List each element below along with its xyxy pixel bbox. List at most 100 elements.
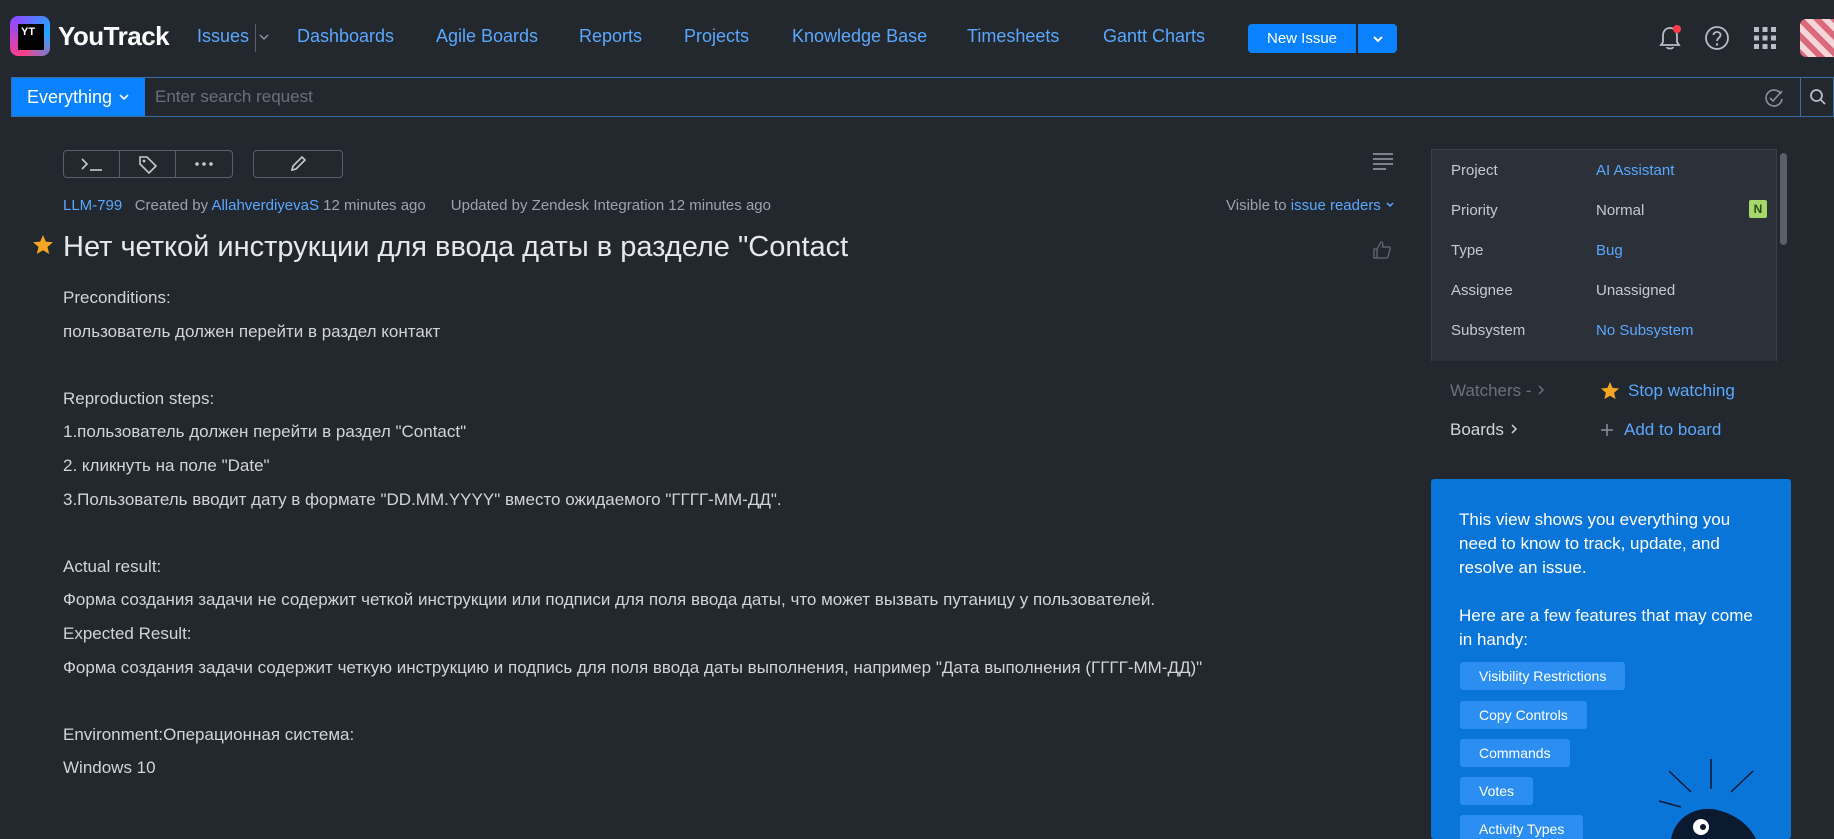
created-time: 12 minutes ago bbox=[323, 197, 426, 214]
app-name: YouTrack bbox=[58, 20, 170, 51]
issue-title: Нет четкой инструкции для ввода даты в р… bbox=[63, 231, 849, 263]
fields-scrollbar[interactable] bbox=[1780, 153, 1787, 245]
description-line: Preconditions: bbox=[63, 288, 171, 307]
description-line bbox=[63, 352, 1393, 386]
chevron-right-icon bbox=[1511, 424, 1517, 434]
star-icon bbox=[1600, 381, 1620, 400]
logo-letters: YT bbox=[18, 24, 44, 50]
user-avatar[interactable] bbox=[1800, 19, 1834, 57]
help-icon bbox=[1705, 26, 1729, 50]
visible-prefix: Visible to bbox=[1226, 197, 1287, 214]
add-to-board-button[interactable]: Add to board bbox=[1600, 420, 1721, 440]
watchers-label: Watchers - bbox=[1450, 381, 1532, 400]
mascot-illustration bbox=[1658, 759, 1756, 839]
toolbar-group bbox=[63, 150, 233, 178]
description-line bbox=[63, 688, 1393, 722]
field-label: Project bbox=[1451, 162, 1498, 179]
field-value[interactable]: No Subsystem bbox=[1596, 322, 1694, 339]
apps-button[interactable] bbox=[1749, 22, 1781, 54]
field-label: Subsystem bbox=[1451, 322, 1526, 339]
youtrack-logo[interactable]: YT YouTrack bbox=[10, 16, 170, 56]
help-button[interactable] bbox=[1701, 22, 1733, 54]
field-value[interactable]: Normal bbox=[1596, 202, 1644, 219]
chevron-right-icon bbox=[1538, 385, 1545, 395]
description-line: Environment:Операционная система: bbox=[63, 724, 355, 744]
watchers-toggle[interactable]: Watchers - bbox=[1450, 381, 1546, 401]
thumbs-up-icon[interactable] bbox=[1372, 240, 1392, 260]
nav-reports[interactable]: Reports bbox=[579, 26, 642, 47]
add-to-board-label: Add to board bbox=[1624, 420, 1722, 439]
description-line: Actual result: bbox=[63, 556, 162, 576]
notifications-button[interactable] bbox=[1654, 22, 1686, 54]
visibility-value[interactable]: issue readers bbox=[1291, 197, 1381, 214]
field-project[interactable]: Project AI Assistant bbox=[1432, 150, 1776, 190]
help-chip-copy-controls[interactable]: Copy Controls bbox=[1460, 701, 1587, 729]
help-chip-visibility-restrictions[interactable]: Visibility Restrictions bbox=[1460, 662, 1626, 690]
nav-gantt-charts[interactable]: Gantt Charts bbox=[1103, 26, 1205, 47]
issue-fields-panel: Project AI Assistant Priority Normal N T… bbox=[1431, 149, 1777, 361]
help-chip-activity-types[interactable]: Activity Types bbox=[1460, 815, 1584, 839]
search-scope-label: Everything bbox=[26, 86, 113, 107]
description-line: Windows 10 bbox=[63, 758, 156, 778]
created-prefix: Created by bbox=[134, 197, 209, 214]
stop-watching-label: Stop watching bbox=[1628, 381, 1735, 400]
tag-icon bbox=[138, 156, 157, 174]
field-value[interactable]: Bug bbox=[1596, 242, 1623, 259]
field-value[interactable]: AI Assistant bbox=[1596, 162, 1674, 179]
description-line bbox=[63, 520, 1393, 554]
boards-label: Boards bbox=[1450, 420, 1504, 439]
issue-meta: LLM-799 Created by AllahverdiyevaS 12 mi… bbox=[63, 197, 771, 214]
top-navigation-bar: YT YouTrack Issues Dashboards Agile Boar… bbox=[0, 0, 1834, 75]
description-line: Форма создания задачи содержит четкую ин… bbox=[63, 657, 1203, 677]
more-icon bbox=[195, 162, 213, 166]
help-chip-votes[interactable]: Votes bbox=[1460, 777, 1534, 805]
star-icon[interactable] bbox=[32, 234, 54, 256]
more-actions-button[interactable] bbox=[176, 151, 232, 177]
command-prompt-icon bbox=[80, 158, 102, 171]
field-subsystem[interactable]: Subsystem No Subsystem bbox=[1432, 310, 1776, 350]
description-line: Expected Result: bbox=[63, 623, 192, 643]
boards-toggle[interactable]: Boards bbox=[1450, 420, 1519, 440]
help-chip-commands[interactable]: Commands bbox=[1460, 739, 1570, 767]
chevron-down-icon bbox=[1372, 35, 1383, 42]
visibility-control[interactable]: Visible to issue readers bbox=[1226, 197, 1395, 214]
field-priority[interactable]: Priority Normal N bbox=[1432, 190, 1776, 230]
new-issue-button[interactable]: New Issue bbox=[1248, 24, 1356, 53]
new-issue-dropdown-button[interactable] bbox=[1358, 24, 1397, 53]
issues-dropdown-chevron-icon[interactable] bbox=[258, 30, 270, 46]
plus-icon bbox=[1601, 424, 1613, 436]
edit-button[interactable] bbox=[253, 150, 343, 178]
nav-dashboards[interactable]: Dashboards bbox=[297, 26, 394, 47]
description-line: Reproduction steps: bbox=[63, 388, 215, 408]
bell-icon bbox=[1659, 25, 1681, 50]
field-type[interactable]: Type Bug bbox=[1432, 230, 1776, 270]
command-button[interactable] bbox=[64, 151, 120, 177]
issue-toolbar bbox=[63, 150, 343, 178]
field-assignee[interactable]: Assignee Unassigned bbox=[1432, 270, 1776, 310]
nav-projects[interactable]: Projects bbox=[684, 26, 749, 47]
description-line: пользователь должен перейти в раздел кон… bbox=[63, 321, 441, 341]
nav-agile-boards[interactable]: Agile Boards bbox=[436, 26, 538, 47]
table-of-contents-icon[interactable] bbox=[1372, 152, 1394, 170]
search-input[interactable] bbox=[155, 84, 1755, 110]
nav-issues[interactable]: Issues bbox=[197, 26, 249, 47]
search-scope-button[interactable]: Everything bbox=[12, 78, 145, 116]
query-assist-check-icon[interactable] bbox=[1762, 86, 1786, 110]
field-label: Assignee bbox=[1451, 282, 1513, 299]
issue-author[interactable]: AllahverdiyevaS bbox=[211, 197, 319, 214]
pencil-icon bbox=[290, 155, 307, 172]
description-line: 2. кликнуть на поле "Date" bbox=[63, 455, 270, 475]
tag-button[interactable] bbox=[120, 151, 176, 177]
search-submit-button[interactable] bbox=[1800, 78, 1834, 116]
description-line: Форма создания задачи не содержит четкой… bbox=[63, 590, 1156, 610]
field-label: Priority bbox=[1451, 202, 1498, 219]
nav-knowledge-base[interactable]: Knowledge Base bbox=[792, 26, 927, 47]
stop-watching-button[interactable]: Stop watching bbox=[1600, 381, 1735, 401]
help-text: This view shows you everything you need … bbox=[1459, 508, 1769, 652]
logo-mark-icon: YT bbox=[10, 16, 50, 56]
issue-id[interactable]: LLM-799 bbox=[63, 197, 122, 214]
search-bar: Everything bbox=[11, 77, 1834, 117]
nav-timesheets[interactable]: Timesheets bbox=[967, 26, 1059, 47]
field-value[interactable]: Unassigned bbox=[1596, 282, 1675, 299]
notification-dot bbox=[1673, 25, 1681, 33]
